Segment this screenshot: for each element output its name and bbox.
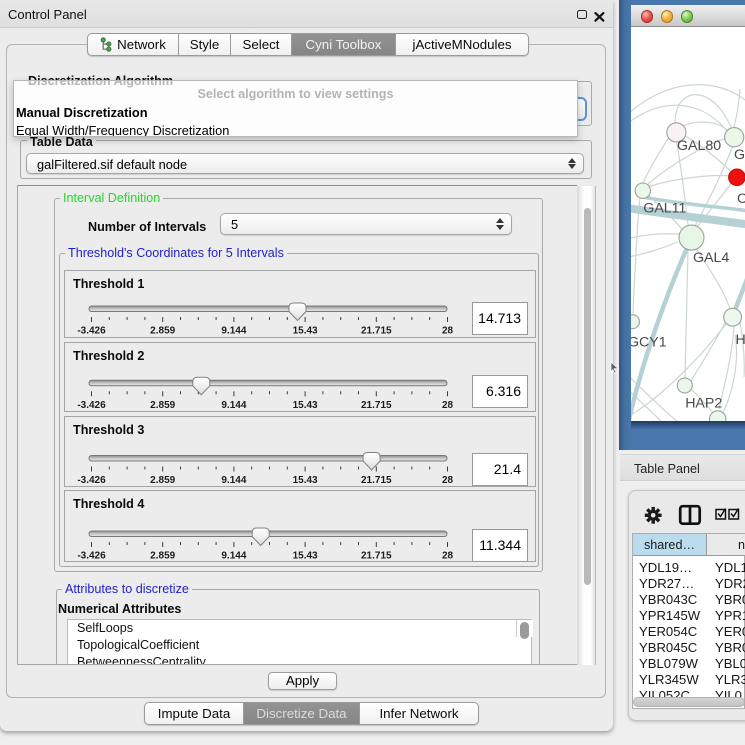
svg-text:28: 28 bbox=[442, 475, 454, 486]
svg-text:9.144: 9.144 bbox=[221, 551, 246, 562]
svg-text:GA: GA bbox=[734, 147, 745, 163]
svg-text:9.144: 9.144 bbox=[221, 475, 246, 486]
svg-text:-3.426: -3.426 bbox=[77, 475, 106, 486]
svg-text:2.859: 2.859 bbox=[150, 326, 175, 337]
svg-text:GAL11: GAL11 bbox=[643, 201, 686, 217]
svg-text:GAL4: GAL4 bbox=[693, 250, 729, 266]
svg-text:15.43: 15.43 bbox=[293, 326, 318, 337]
svg-text:GAL80: GAL80 bbox=[677, 138, 721, 154]
svg-text:C: C bbox=[737, 191, 745, 207]
svg-text:GCY1: GCY1 bbox=[631, 335, 667, 351]
svg-text:21.715: 21.715 bbox=[361, 326, 392, 337]
svg-text:-3.426: -3.426 bbox=[77, 399, 106, 410]
svg-text:21.715: 21.715 bbox=[361, 475, 392, 486]
svg-text:15.43: 15.43 bbox=[293, 551, 318, 562]
svg-text:2.859: 2.859 bbox=[150, 399, 175, 410]
svg-text:28: 28 bbox=[442, 551, 454, 562]
svg-text:21.715: 21.715 bbox=[361, 399, 392, 410]
svg-text:28: 28 bbox=[442, 399, 454, 410]
svg-text:9.144: 9.144 bbox=[221, 399, 246, 410]
svg-text:15.43: 15.43 bbox=[293, 475, 318, 486]
svg-text:15.43: 15.43 bbox=[293, 399, 318, 410]
svg-text:H: H bbox=[736, 332, 745, 348]
svg-text:-3.426: -3.426 bbox=[77, 551, 106, 562]
svg-text:21.715: 21.715 bbox=[361, 551, 392, 562]
svg-text:HAP2: HAP2 bbox=[685, 396, 722, 412]
svg-text:2.859: 2.859 bbox=[150, 551, 175, 562]
svg-text:28: 28 bbox=[442, 326, 454, 337]
svg-text:-3.426: -3.426 bbox=[77, 326, 106, 337]
svg-text:9.144: 9.144 bbox=[221, 326, 246, 337]
svg-text:2.859: 2.859 bbox=[150, 475, 175, 486]
